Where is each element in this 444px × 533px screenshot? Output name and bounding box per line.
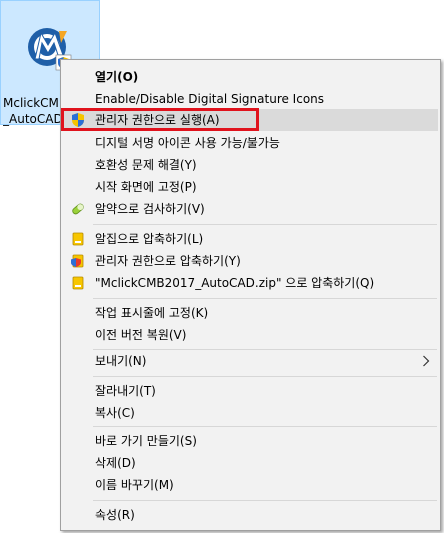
menu-item-label: 호환성 문제 해결(Y) <box>95 158 197 172</box>
menu-item-restore-previous-versions[interactable]: 이전 버전 복원(V) <box>63 324 438 346</box>
menu-item-delete[interactable]: 삭제(D) <box>63 452 438 474</box>
menu-item-label: 알약으로 검사하기(V) <box>95 202 205 216</box>
menu-item-open[interactable]: 열기(O) <box>63 66 438 88</box>
alyac-pill-icon <box>72 203 84 215</box>
menu-separator <box>93 500 437 501</box>
menu-separator <box>93 298 437 299</box>
menu-item-label: 잘라내기(T) <box>95 384 156 398</box>
menu-separator <box>93 376 437 377</box>
menu-item-label: 시작 화면에 고정(P) <box>95 180 197 194</box>
highlight-annotation-box <box>61 108 259 131</box>
alzip-icon <box>72 232 84 246</box>
menu-item-label: 이전 버전 복원(V) <box>95 328 187 342</box>
menu-item-label: 속성(R) <box>95 508 135 522</box>
menu-item-label: 보내기(N) <box>95 354 147 368</box>
menu-item-label: 바로 가기 만들기(S) <box>95 434 197 448</box>
menu-item-label: 작업 표시줄에 고정(K) <box>95 306 209 320</box>
menu-separator <box>93 224 437 225</box>
menu-item-copy[interactable]: 복사(C) <box>63 402 438 424</box>
menu-item-label: 이름 바꾸기(M) <box>95 478 174 492</box>
menu-item-pin-to-taskbar[interactable]: 작업 표시줄에 고정(K) <box>63 302 438 324</box>
menu-item-label: 관리자 권한으로 압축하기(Y) <box>95 254 241 268</box>
menu-item-label: 알집으로 압축하기(L) <box>95 232 204 246</box>
menu-item-label: 복사(C) <box>95 406 135 420</box>
file-label-line2: _AutoCAD <box>3 112 63 126</box>
menu-item-alyac-scan[interactable]: 알약으로 검사하기(V) <box>63 198 438 220</box>
menu-item-alzip-compress[interactable]: 알집으로 압축하기(L) <box>63 228 438 250</box>
alzip-icon <box>72 276 84 290</box>
alzip-admin-icon <box>71 254 84 268</box>
menu-item-alzip-admin-compress[interactable]: 관리자 권한으로 압축하기(Y) <box>63 250 438 272</box>
menu-item-properties[interactable]: 속성(R) <box>63 504 438 526</box>
menu-separator <box>93 426 437 427</box>
menu-item-label: "MclickCMB2017_AutoCAD.zip" 으로 압축하기(Q) <box>95 276 375 290</box>
menu-item-label: Enable/Disable Digital Signature Icons <box>95 92 325 106</box>
menu-item-rename[interactable]: 이름 바꾸기(M) <box>63 474 438 496</box>
menu-item-send-to[interactable]: 보내기(N) <box>63 350 438 372</box>
menu-item-label: 열기(O) <box>95 70 139 84</box>
menu-item-cut[interactable]: 잘라내기(T) <box>63 380 438 402</box>
menu-item-label: 디지털 서명 아이콘 사용 가능/불가능 <box>95 136 280 150</box>
chevron-right-icon <box>423 355 430 367</box>
desktop: MclickCMB _AutoCAD 열기(O) Enable/Disable … <box>0 0 444 533</box>
menu-item-digital-signature-toggle[interactable]: 디지털 서명 아이콘 사용 가능/불가능 <box>63 132 438 154</box>
menu-item-create-shortcut[interactable]: 바로 가기 만들기(S) <box>63 430 438 452</box>
menu-item-troubleshoot-compatibility[interactable]: 호환성 문제 해결(Y) <box>63 154 438 176</box>
file-label-line1: MclickCMB <box>3 96 68 110</box>
menu-item-compress-to-zip[interactable]: "MclickCMB2017_AutoCAD.zip" 으로 압축하기(Q) <box>63 272 438 294</box>
menu-item-label: 삭제(D) <box>95 456 136 470</box>
menu-item-pin-to-start[interactable]: 시작 화면에 고정(P) <box>63 176 438 198</box>
menu-item-digital-signature-icons[interactable]: Enable/Disable Digital Signature Icons <box>63 88 438 110</box>
